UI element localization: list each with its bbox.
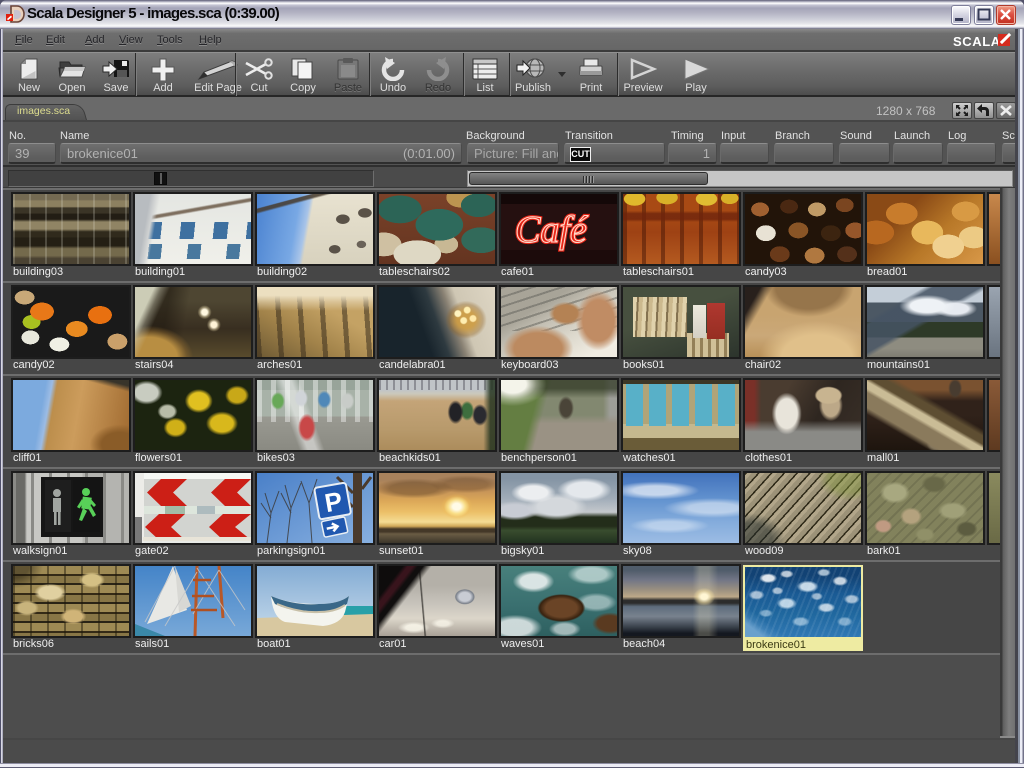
svg-text:Café: Café	[515, 209, 589, 251]
